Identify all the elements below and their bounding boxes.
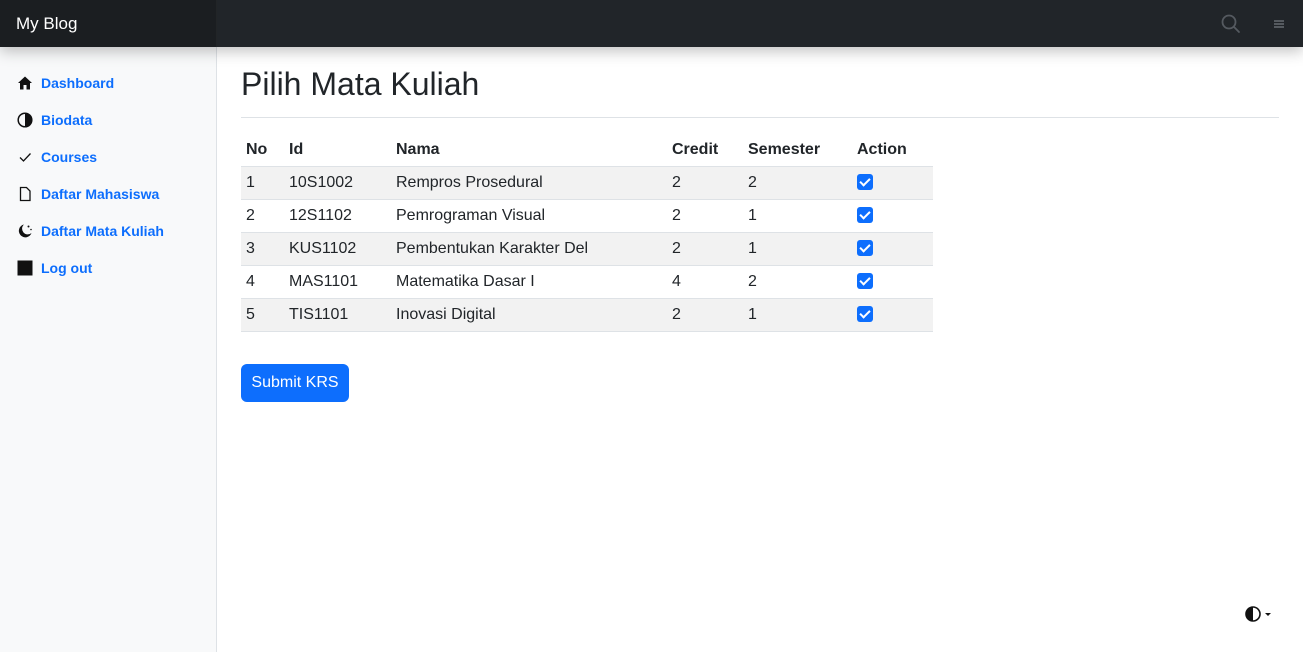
cell-credit: 2 (667, 232, 743, 266)
select-checkbox[interactable] (857, 273, 873, 290)
cell-nama: Pemrograman Visual (391, 199, 667, 233)
cell-action (852, 298, 933, 332)
select-checkbox[interactable] (857, 207, 873, 224)
sidebar-item-courses[interactable]: Courses (0, 142, 216, 172)
square-icon (17, 260, 33, 276)
check-icon (17, 149, 33, 165)
cell-action (852, 166, 933, 200)
column-header: Credit (667, 135, 743, 167)
moon-stars-icon (17, 223, 33, 239)
sidebar: Dashboard Biodata Courses Daftar Mahasis… (0, 47, 217, 652)
page-title: Pilih Mata Kuliah (241, 66, 480, 102)
cell-no: 3 (241, 232, 284, 266)
hamburger-icon[interactable] (1270, 15, 1288, 33)
sidebar-item-log-out[interactable]: Log out (0, 253, 216, 283)
cell-semester: 2 (743, 265, 852, 299)
circle-half-icon (1244, 605, 1262, 628)
table-row: 2 12S1102 Pemrograman Visual 2 1 (241, 199, 933, 233)
house-icon (17, 75, 33, 91)
brand-title[interactable]: My Blog (0, 0, 217, 47)
cell-id: MAS1101 (284, 265, 391, 299)
cell-action (852, 232, 933, 266)
select-checkbox[interactable] (857, 240, 873, 257)
submit-krs-button[interactable]: Submit KRS (241, 364, 349, 402)
sidebar-item-dashboard[interactable]: Dashboard (0, 68, 216, 98)
cell-nama: Pembentukan Karakter Del (391, 232, 667, 266)
cell-nama: Rempros Prosedural (391, 166, 667, 200)
sidebar-item-biodata[interactable]: Biodata (0, 105, 216, 135)
cell-no: 5 (241, 298, 284, 332)
cell-action (852, 265, 933, 299)
column-header: No (241, 135, 284, 167)
table-row: 3 KUS1102 Pembentukan Karakter Del 2 1 (241, 232, 933, 266)
cell-id: 12S1102 (284, 199, 391, 233)
divider (241, 117, 1279, 118)
column-header: Semester (743, 135, 852, 167)
cell-semester: 1 (743, 199, 852, 233)
chevron-down-icon (1262, 607, 1274, 625)
cell-nama: Inovasi Digital (391, 298, 667, 332)
sidebar-item-label: Daftar Mata Kuliah (41, 223, 164, 239)
cell-id: TIS1101 (284, 298, 391, 332)
sidebar-item-daftar-mahasiswa[interactable]: Daftar Mahasiswa (0, 179, 216, 209)
cell-credit: 2 (667, 166, 743, 200)
sidebar-item-label: Biodata (41, 112, 93, 128)
sidebar-item-label: Dashboard (41, 75, 115, 91)
circle-half-icon (17, 112, 33, 128)
cell-nama: Matematika Dasar I (391, 265, 667, 299)
sidebar-item-label: Daftar Mahasiswa (41, 186, 160, 202)
table-row: 4 MAS1101 Matematika Dasar I 4 2 (241, 265, 933, 299)
select-checkbox[interactable] (857, 306, 873, 323)
search-icon[interactable] (1220, 13, 1242, 35)
column-header: Action (852, 135, 933, 167)
column-header: Id (284, 135, 391, 167)
cell-credit: 2 (667, 199, 743, 233)
select-checkbox[interactable] (857, 174, 873, 191)
file-icon (17, 186, 33, 202)
cell-credit: 4 (667, 265, 743, 299)
cell-semester: 1 (743, 232, 852, 266)
table-row: 1 10S1002 Rempros Prosedural 2 2 (241, 166, 933, 200)
main-content: Pilih Mata Kuliah No Id Nama Credit Seme… (217, 47, 1303, 652)
table-header-row: No Id Nama Credit Semester Action (241, 135, 933, 167)
cell-semester: 1 (743, 298, 852, 332)
cell-no: 1 (241, 166, 284, 200)
cell-id: KUS1102 (284, 232, 391, 266)
cell-no: 4 (241, 265, 284, 299)
top-navbar: My Blog (0, 0, 1303, 47)
column-header: Nama (391, 135, 667, 167)
cell-credit: 2 (667, 298, 743, 332)
table-row: 5 TIS1101 Inovasi Digital 2 1 (241, 298, 933, 332)
course-table: No Id Nama Credit Semester Action 1 10S1… (241, 135, 933, 332)
sidebar-item-daftar-mata-kuliah[interactable]: Daftar Mata Kuliah (0, 216, 216, 246)
cell-action (852, 199, 933, 233)
sidebar-item-label: Log out (41, 260, 93, 276)
sidebar-item-label: Courses (41, 149, 98, 165)
theme-toggle[interactable] (1244, 605, 1278, 628)
cell-no: 2 (241, 199, 284, 233)
cell-id: 10S1002 (284, 166, 391, 200)
cell-semester: 2 (743, 166, 852, 200)
